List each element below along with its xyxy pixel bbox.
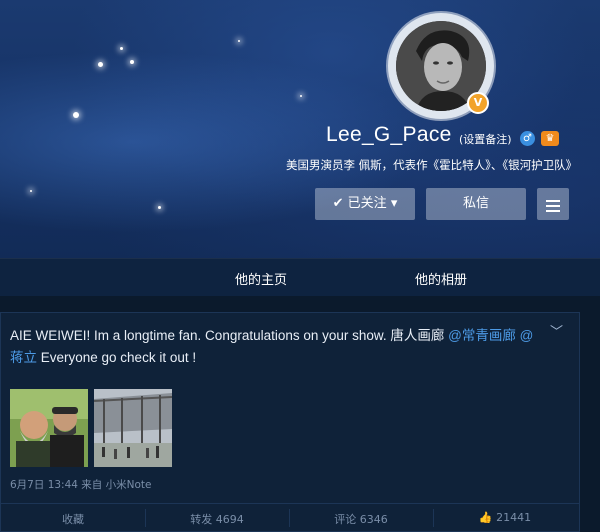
mention-link[interactable]: @常青画廊 [448, 328, 516, 343]
post-text-body: AIE WEIWEI! Im a longtime fan. Congratul… [10, 328, 449, 343]
like-button[interactable]: 👍 21441 [433, 511, 577, 524]
profile-tabs: 他的主页 他的相册 [0, 258, 600, 297]
check-icon: ✔ [332, 196, 344, 211]
star-decoration [300, 95, 302, 97]
post-photo[interactable] [10, 389, 88, 467]
thumbs-up-icon: 👍 [478, 511, 493, 524]
following-label: 已关注 [347, 196, 387, 211]
set-remark-link[interactable]: (设置备注) [459, 131, 512, 147]
message-button[interactable]: 私信 [426, 188, 526, 220]
profile-name: Lee_G_Pace [326, 123, 452, 146]
chevron-down-icon[interactable]: ﹀ [550, 321, 563, 340]
repost-button[interactable]: 转发 4694 [145, 511, 289, 527]
more-menu-button[interactable] [537, 188, 569, 220]
post-card: ﹀ AIE WEIWEI! Im a longtime fan. Congrat… [0, 312, 580, 532]
feed: ﹀ AIE WEIWEI! Im a longtime fan. Congrat… [0, 296, 600, 532]
comment-button[interactable]: 评论 6346 [289, 511, 433, 527]
star-decoration [120, 47, 123, 50]
mention-link[interactable]: 蒋立 [10, 350, 37, 365]
like-count: 21441 [496, 511, 532, 524]
menu-icon [537, 188, 569, 212]
star-decoration [130, 60, 134, 64]
vip-icon[interactable]: ♛ [541, 131, 559, 146]
caret-down-icon: ▾ [390, 196, 398, 211]
post-meta: 6月7日 13:44 来自 小米Note [10, 479, 152, 491]
favorite-button[interactable]: 收藏 [1, 511, 145, 527]
post-actions-bar: 收藏 转发 4694 评论 6346 👍 21441 [1, 503, 579, 532]
post-photo[interactable] [94, 389, 172, 467]
tab-home[interactable]: 他的主页 [235, 269, 287, 288]
star-decoration [238, 40, 240, 42]
verified-badge-icon: V [467, 92, 489, 114]
male-icon: ♂ [520, 131, 535, 146]
post-text: AIE WEIWEI! Im a longtime fan. Congratul… [10, 325, 550, 369]
star-decoration [73, 112, 79, 118]
star-decoration [158, 206, 161, 209]
following-button[interactable]: ✔ 已关注 ▾ [315, 188, 415, 220]
post-text-tail: Everyone go check it out ! [37, 350, 197, 365]
star-decoration [98, 62, 103, 67]
profile-bio: 美国男演员李 佩斯，代表作《霍比特人》、《银河护卫队》 [286, 158, 578, 172]
tab-album[interactable]: 他的相册 [415, 269, 467, 288]
mention-link[interactable]: @ [520, 328, 534, 343]
star-decoration [30, 190, 32, 192]
